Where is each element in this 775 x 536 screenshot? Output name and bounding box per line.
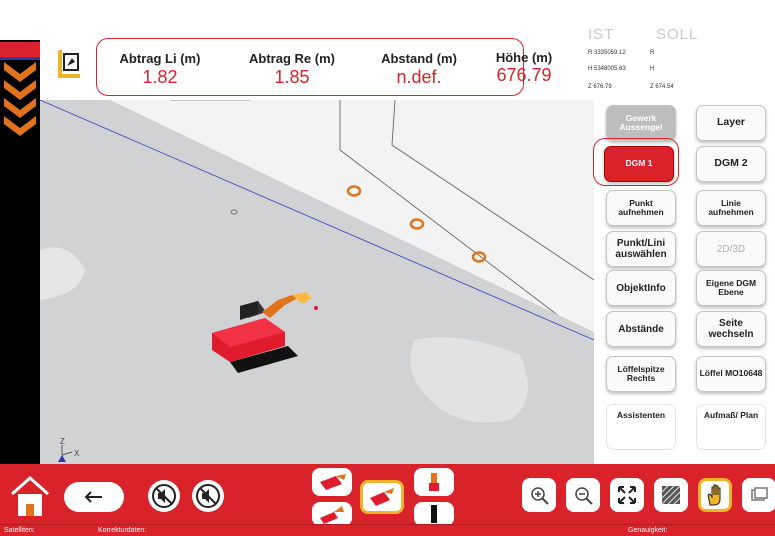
hatch-button[interactable] [654, 478, 688, 512]
fit-to-screen-icon [618, 486, 636, 504]
no-sound-icon [196, 484, 220, 508]
home-icon [11, 475, 49, 516]
hoehe-readout: Höhe (m) 676.79 [484, 50, 564, 86]
loeffel-button[interactable]: Löffel MO10648 [696, 356, 766, 392]
excavator-rear-icon [431, 505, 437, 523]
hoehe-value: 676.79 [496, 65, 552, 85]
view-front-button[interactable] [312, 502, 352, 526]
eigene-dgm-ebene-button[interactable]: Eigene DGM Ebene [696, 270, 766, 306]
abtrag-li-value: 1.82 [142, 67, 178, 87]
bracket-logo-icon [58, 50, 80, 78]
mute-button-2[interactable] [192, 480, 224, 512]
mute-button-1[interactable] [148, 480, 180, 512]
loeffelspitze-button[interactable]: Löffelspitze Rechts [606, 356, 676, 392]
excavator-view-icon [370, 488, 394, 506]
objektinfo-button[interactable]: ObjektInfo [606, 270, 676, 306]
view-2d3d-button[interactable]: 2D/3D [696, 231, 766, 267]
zoom-out-icon [575, 487, 593, 505]
ist-label: IST [588, 26, 615, 43]
abstand-readout: Abstand (m) n.def. [369, 51, 469, 88]
zoom-out-button[interactable] [566, 478, 600, 512]
back-button[interactable] [64, 482, 124, 512]
r-soll: R [650, 50, 655, 56]
view-side-button[interactable] [312, 468, 352, 496]
abstand-value: n.def. [396, 67, 442, 87]
gewerk-button[interactable]: Gewerk Aussengel [606, 105, 676, 141]
hatch-icon [661, 485, 681, 505]
assistenten-button[interactable]: Assistenten [606, 404, 676, 450]
view-top-button[interactable] [414, 468, 454, 496]
home-button[interactable] [8, 472, 52, 520]
hoehe-label: Höhe (m) [495, 50, 553, 65]
arrow-left-icon [84, 491, 102, 503]
punkt-aufnehmen-button[interactable]: Punkt aufnehmen [606, 190, 676, 226]
pan-button[interactable] [698, 478, 732, 512]
status-bar: Satelliten: Korrekturdaten: Genauigkeit: [0, 524, 775, 536]
abtrag-re-readout: Abtrag Re (m) 1.85 [239, 51, 345, 88]
dgm2-button[interactable]: DGM 2 [696, 146, 766, 182]
terrain-scene: Z X [40, 100, 594, 464]
korrekturdaten-status: Korrekturdaten: [98, 527, 147, 534]
soll-label: SOLL [656, 26, 699, 43]
excavator-top-icon [429, 473, 439, 491]
seite-wechseln-button[interactable]: Seite wechseln [696, 311, 766, 347]
depth-indicator-strip [0, 40, 40, 464]
abtrag-li-readout: Abtrag Li (m) 1.82 [107, 51, 213, 88]
h-soll: H [650, 66, 655, 72]
h-ist: H 5348005.63 [588, 66, 626, 72]
axis-z-label: Z [60, 437, 65, 446]
excavator-view-icon [320, 506, 344, 524]
layer-button[interactable]: Layer [696, 105, 766, 141]
punkt-linie-auswaehlen-button[interactable]: Punkt/Lini auswählen [606, 231, 676, 267]
abtrag-re-label: Abtrag Re (m) [249, 51, 335, 66]
excavator-control-app: Abtrag Li (m) 1.82 Abtrag Re (m) 1.85 Ab… [0, 0, 775, 536]
bottom-toolbar [0, 464, 775, 526]
view-back-button[interactable] [414, 502, 454, 526]
terrain-3d-viewport[interactable]: Z X [40, 100, 594, 464]
ist-soll-panel: IST SOLL R 3335059.12 R H 5348005.63 H Z… [588, 26, 768, 98]
fit-to-screen-button[interactable] [610, 478, 644, 512]
view-3d-button[interactable] [360, 480, 404, 514]
chevron-indicator-icon [0, 42, 40, 136]
screenshot-button[interactable] [742, 478, 775, 512]
satelliten-status: Satelliten: [4, 527, 35, 534]
r-ist: R 3335059.12 [588, 50, 626, 56]
abtrag-li-label: Abtrag Li (m) [119, 51, 201, 66]
axis-x-label: X [74, 449, 80, 458]
screenshot-icon [751, 487, 768, 501]
aufmass-plan-button[interactable]: Aufmaß/ Plan [696, 404, 766, 450]
no-sound-icon [152, 484, 176, 508]
abtrag-re-value: 1.85 [274, 67, 310, 87]
excavator-view-icon [320, 474, 346, 490]
genauigkeit-status: Genauigkeit: [628, 527, 668, 534]
header-bar: Abtrag Li (m) 1.82 Abtrag Re (m) 1.85 Ab… [40, 0, 775, 100]
abstand-label: Abstand (m) [381, 51, 457, 66]
z-soll: Z 674.54 [650, 84, 674, 90]
abstaende-button[interactable]: Abstände [606, 311, 676, 347]
zoom-in-button[interactable] [522, 478, 556, 512]
zoom-in-icon [531, 487, 549, 505]
dgm1-selection-ring [593, 138, 679, 186]
z-ist: Z 676.79 [588, 84, 612, 90]
readout-panel: Abtrag Li (m) 1.82 Abtrag Re (m) 1.85 Ab… [96, 38, 524, 96]
hand-pan-icon [707, 484, 721, 506]
linie-aufnehmen-button[interactable]: Linie aufnehmen [696, 190, 766, 226]
